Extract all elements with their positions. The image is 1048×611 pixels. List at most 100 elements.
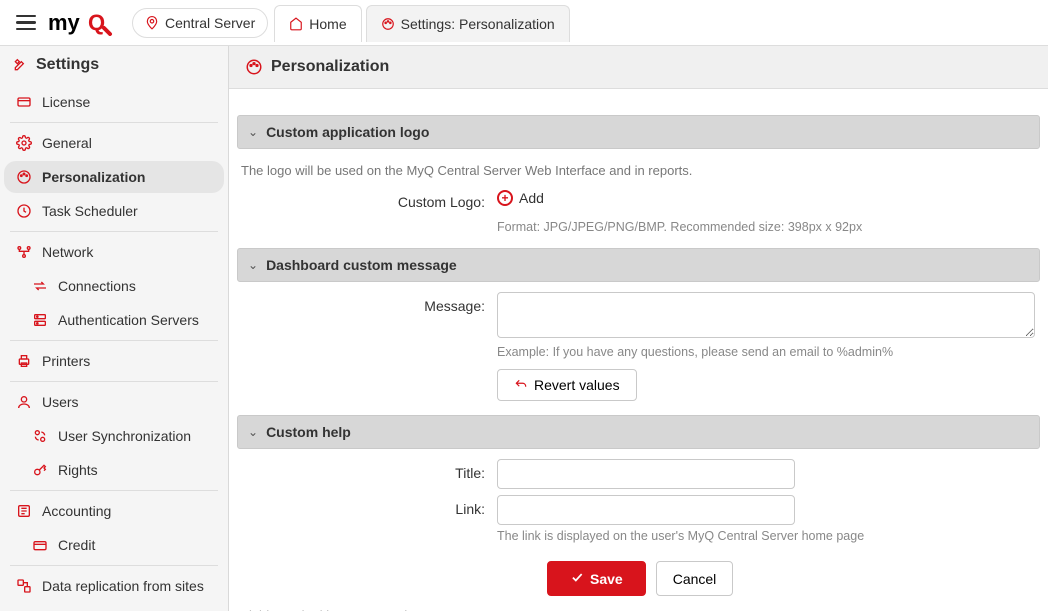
menu-toggle[interactable] [8,7,44,39]
svg-text:Q: Q [88,10,105,35]
add-logo-button[interactable]: + Add [497,188,544,208]
user-icon [16,394,32,410]
mandatory-note: Fields marked by * are mandatory. [237,596,1040,611]
arrows-icon [32,278,48,294]
sidebar-item-label: General [42,135,92,151]
separator [10,565,218,566]
network-icon [16,244,32,260]
topbar: my Q Central Server Home Settings: Perso… [0,0,1048,46]
revert-values-button[interactable]: Revert values [497,369,637,401]
chevron-down-icon: ⌄ [248,258,258,272]
replication-icon [16,578,32,594]
add-label: Add [519,190,544,206]
cancel-label: Cancel [673,571,717,587]
logo-help-text: The logo will be used on the MyQ Central… [237,159,1040,188]
chevron-down-icon: ⌄ [248,125,258,139]
location-icon [145,16,159,30]
section-toggle-dashboard[interactable]: ⌄ Dashboard custom message [237,248,1040,282]
sidebar-item-label: Network [42,244,93,260]
sidebar-item-label: Credit [58,537,95,553]
sidebar-item-label: Printers [42,353,90,369]
svg-text:my: my [48,10,81,35]
gear-icon [16,135,32,151]
sidebar-item-printers[interactable]: Printers [4,345,224,377]
section-title: Custom application logo [266,124,429,140]
sidebar-item-label: Accounting [42,503,111,519]
sidebar-item-network[interactable]: Network [4,236,224,268]
section-toggle-logo[interactable]: ⌄ Custom application logo [237,115,1040,149]
palette-icon [16,169,32,185]
sidebar-item-label: Users [42,394,79,410]
plus-icon: + [497,190,513,206]
sidebar-item-rights[interactable]: Rights [4,454,224,486]
tools-icon [12,57,28,73]
sidebar-item-user-sync[interactable]: User Synchronization [4,420,224,452]
message-label: Message: [237,292,497,314]
custom-logo-label: Custom Logo: [237,188,497,210]
help-title-input[interactable] [497,459,795,489]
sidebar-title: Settings [0,46,228,84]
tab-settings-label: Settings: Personalization [401,16,555,32]
help-link-hint: The link is displayed on the user's MyQ … [497,529,1040,543]
sidebar-item-license[interactable]: License [4,86,224,118]
logo-format-hint: Format: JPG/JPEG/PNG/BMP. Recommended si… [497,220,1040,234]
message-input[interactable] [497,292,1035,338]
sidebar-item-data-replication[interactable]: Data replication from sites [4,570,224,602]
sidebar-item-personalization[interactable]: Personalization [4,161,224,193]
sidebar: Settings License General Personalization [0,46,229,611]
sidebar-item-users[interactable]: Users [4,386,224,418]
chevron-down-icon: ⌄ [248,425,258,439]
sidebar-item-label: Personalization [42,169,145,185]
separator [10,231,218,232]
cancel-button[interactable]: Cancel [656,561,734,596]
sidebar-item-label: Connections [58,278,136,294]
separator [10,381,218,382]
credit-icon [32,537,48,553]
server-icon [32,312,48,328]
help-link-input[interactable] [497,495,795,525]
clock-icon [16,203,32,219]
sidebar-item-general[interactable]: General [4,127,224,159]
sidebar-item-connections[interactable]: Connections [4,270,224,302]
help-title-label: Title: [237,459,497,481]
separator [10,490,218,491]
sidebar-item-label: Task Scheduler [42,203,138,219]
separator [10,122,218,123]
central-server-chip[interactable]: Central Server [132,8,268,38]
sidebar-item-label: License [42,94,90,110]
sidebar-item-label: Rights [58,462,98,478]
key-icon [32,462,48,478]
sync-icon [32,428,48,444]
revert-icon [514,378,528,392]
page-header: Personalization [229,46,1048,89]
palette-icon [245,58,263,76]
revert-label: Revert values [534,377,620,393]
sidebar-item-reports[interactable]: Reports [4,604,224,611]
printer-icon [16,353,32,369]
tab-settings-personalization[interactable]: Settings: Personalization [366,5,570,42]
tab-home-label: Home [309,16,346,32]
sidebar-item-task-scheduler[interactable]: Task Scheduler [4,195,224,227]
sidebar-item-label: User Synchronization [58,428,191,444]
help-link-label: Link: [237,495,497,517]
card-icon [16,94,32,110]
check-icon [570,570,584,587]
separator [10,340,218,341]
tab-home[interactable]: Home [274,5,361,42]
section-title: Dashboard custom message [266,257,457,273]
sidebar-item-credit[interactable]: Credit [4,529,224,561]
central-server-label: Central Server [165,15,255,31]
page-title: Personalization [271,58,389,76]
sidebar-item-label: Data replication from sites [42,578,204,594]
save-label: Save [590,571,623,587]
sidebar-item-label: Authentication Servers [58,312,199,328]
section-toggle-help[interactable]: ⌄ Custom help [237,415,1040,449]
save-button[interactable]: Save [547,561,646,596]
accounting-icon [16,503,32,519]
section-title: Custom help [266,424,351,440]
sidebar-item-accounting[interactable]: Accounting [4,495,224,527]
sidebar-item-auth-servers[interactable]: Authentication Servers [4,304,224,336]
palette-icon [381,17,395,31]
main-content: Personalization ⌄ Custom application log… [229,46,1048,611]
myq-logo[interactable]: my Q [48,10,122,36]
